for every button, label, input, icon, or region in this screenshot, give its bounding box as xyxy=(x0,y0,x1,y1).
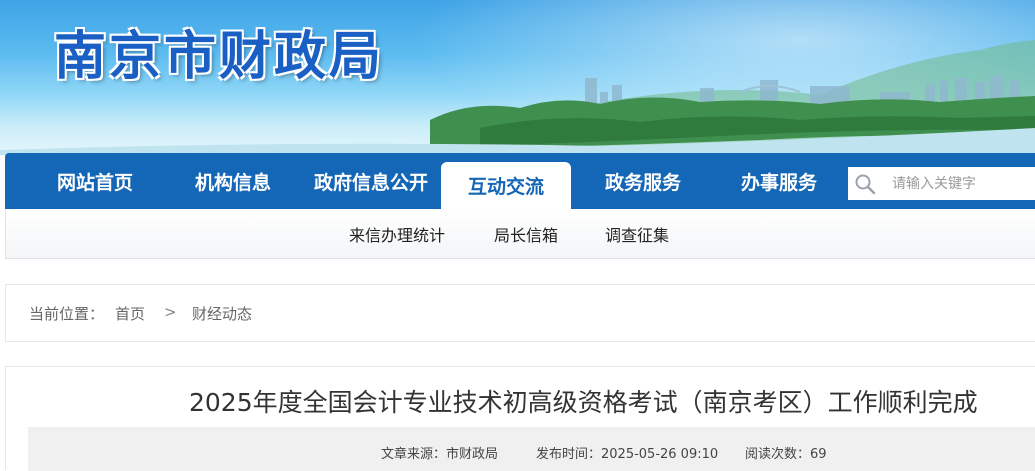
nav-item-gov-info[interactable]: 政府信息公开 xyxy=(301,153,441,209)
header-banner: 南京市财政局 xyxy=(0,0,1035,155)
subnav-item-director-mailbox[interactable]: 局长信箱 xyxy=(494,222,558,246)
nav-item-home[interactable]: 网站首页 xyxy=(25,153,165,209)
article-meta: 文章来源：市财政局 发布时间：2025-05-26 09:10 阅读次数：69 xyxy=(28,427,1035,471)
nav-item-office-services[interactable]: 办事服务 xyxy=(711,153,847,209)
article-title: 2025年度全国会计专业技术初高级资格考试（南京考区）工作顺利完成 xyxy=(189,388,978,417)
breadcrumb-current[interactable]: 财经动态 xyxy=(192,303,252,324)
breadcrumb-prefix: 当前位置： xyxy=(29,305,105,323)
article-container: 2025年度全国会计专业技术初高级资格考试（南京考区）工作顺利完成 文章来源：市… xyxy=(5,366,1035,471)
breadcrumb: 当前位置： 首页 > 财经动态 xyxy=(5,284,1035,342)
article-view-count: 阅读次数：69 xyxy=(745,447,827,462)
search-input[interactable] xyxy=(892,171,1032,196)
article-publish-time: 发布时间：2025-05-26 09:10 xyxy=(536,447,719,462)
search-icon[interactable] xyxy=(854,173,876,195)
article-source: 文章来源：市财政局 xyxy=(381,447,499,462)
sub-nav: 来信办理统计 局长信箱 调查征集 xyxy=(5,209,1035,259)
subnav-item-letter-stats[interactable]: 来信办理统计 xyxy=(349,222,445,246)
search-box xyxy=(848,167,1035,200)
breadcrumb-separator: > xyxy=(164,303,177,321)
nav-item-gov-services[interactable]: 政务服务 xyxy=(575,153,711,209)
site-title: 南京市财政局 xyxy=(54,26,385,87)
nav-item-interaction[interactable]: 互动交流 xyxy=(441,162,571,209)
subnav-item-survey[interactable]: 调查征集 xyxy=(605,222,669,246)
nav-item-organization[interactable]: 机构信息 xyxy=(165,153,301,209)
breadcrumb-home-link[interactable]: 首页 xyxy=(115,303,145,324)
